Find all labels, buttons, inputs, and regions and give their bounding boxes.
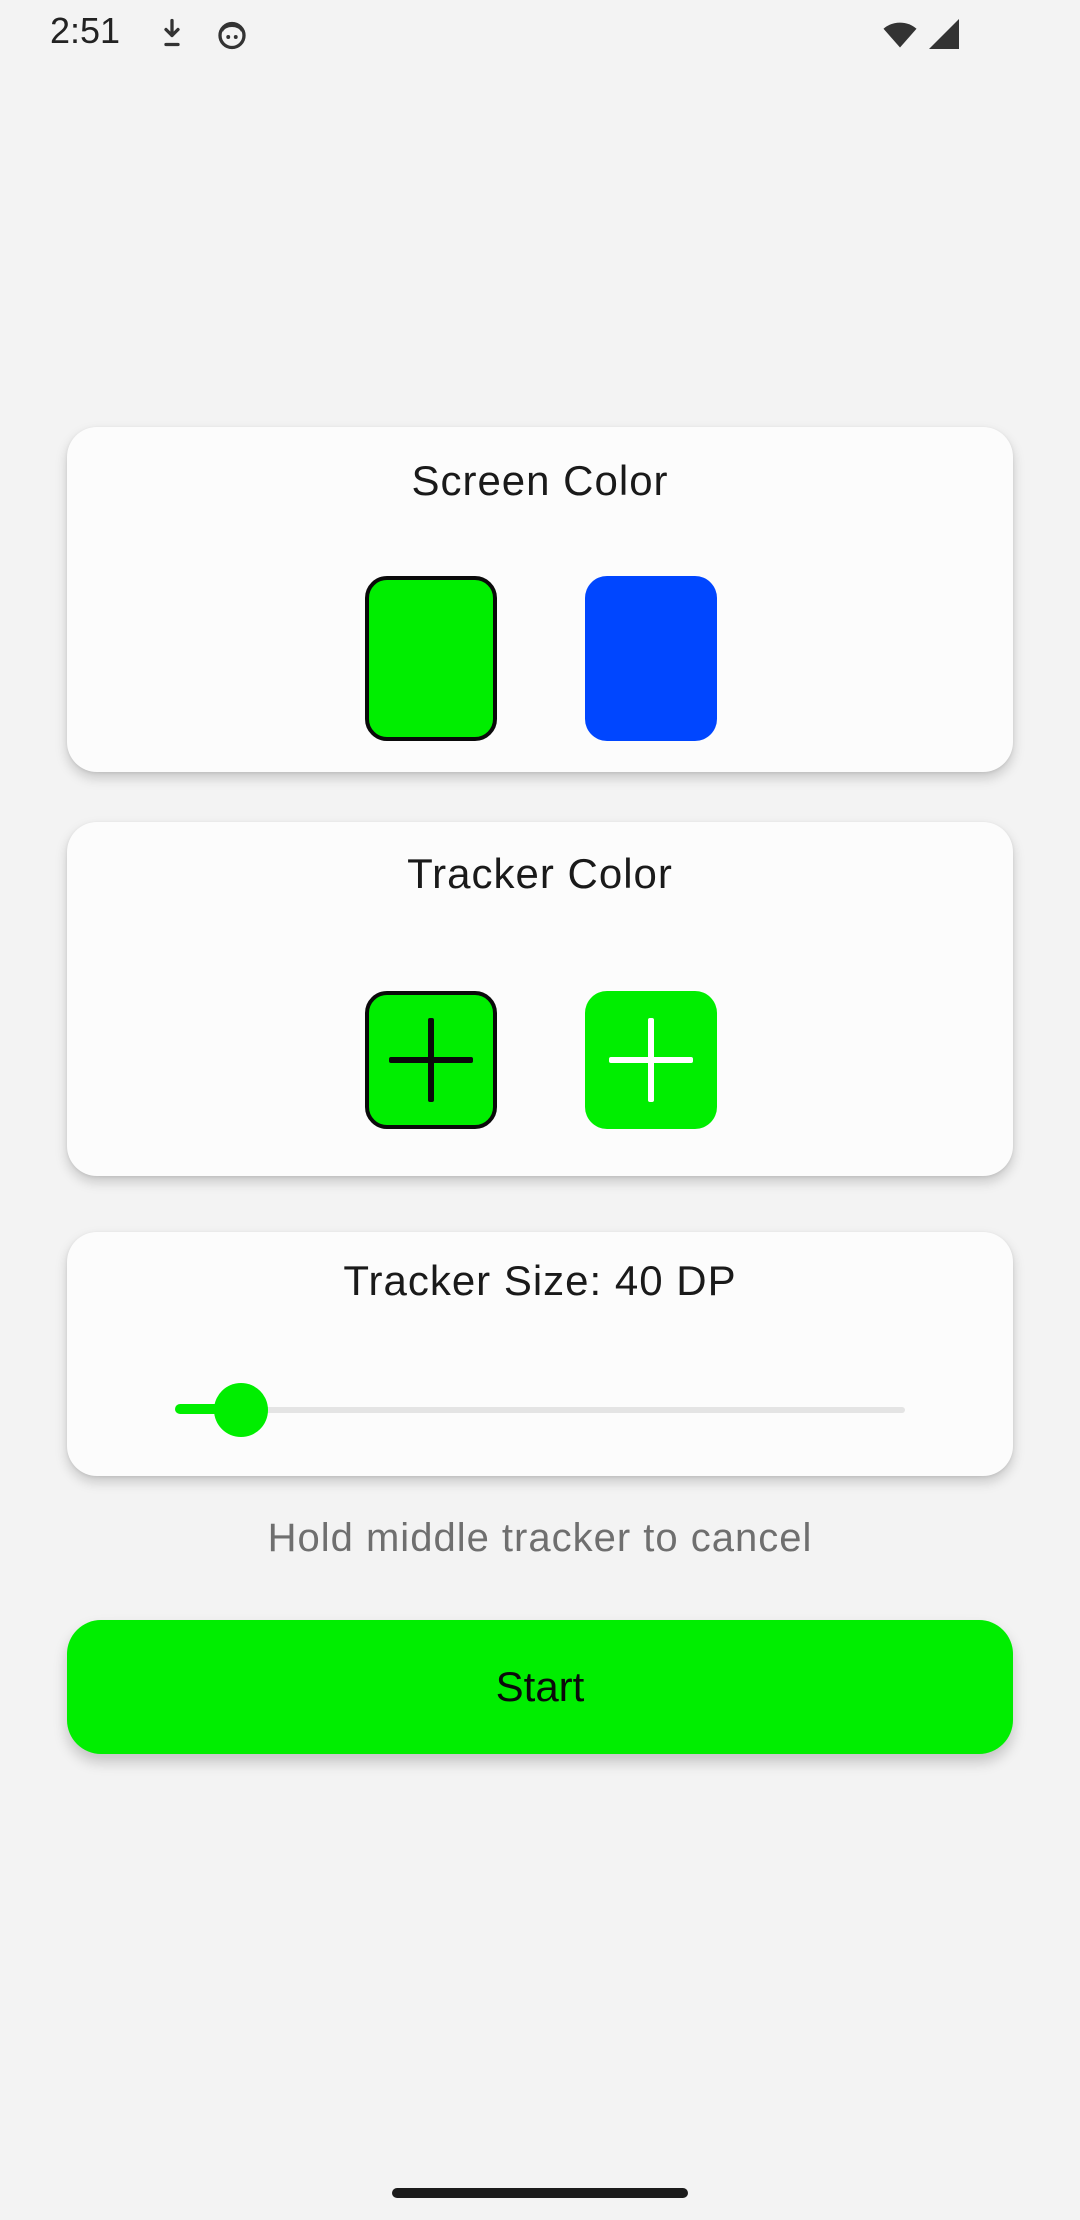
status-bar: 2:51 — [0, 0, 1080, 68]
tracker-color-swatch-black-plus[interactable] — [365, 991, 497, 1129]
tracker-color-card: Tracker Color — [67, 822, 1013, 1176]
screen-color-swatch-blue[interactable] — [585, 576, 717, 741]
download-icon — [164, 18, 180, 47]
tracker-color-swatch-white-plus[interactable] — [585, 991, 717, 1129]
tracker-color-title: Tracker Color — [407, 850, 673, 897]
tracker-size-card: Tracker Size: 40 DP — [67, 1232, 1013, 1476]
start-button[interactable]: Start — [67, 1620, 1013, 1754]
status-time: 2:51 — [50, 10, 121, 51]
home-indicator[interactable] — [392, 2188, 688, 2198]
tracker-size-slider-thumb[interactable] — [213, 1383, 268, 1437]
wifi-icon — [883, 22, 917, 48]
screen-color-swatch-green[interactable] — [365, 576, 497, 741]
screen-color-card: Screen Color — [67, 427, 1013, 772]
screen-color-title: Screen Color — [411, 457, 669, 504]
cellular-signal-icon — [929, 19, 959, 49]
tracker-size-label: Tracker Size: 40 DP — [343, 1257, 737, 1304]
face-icon — [218, 21, 246, 50]
cancel-hint-text: Hold middle tracker to cancel — [267, 1516, 813, 1560]
tracker-size-slider-track[interactable] — [175, 1407, 905, 1413]
plus-icon — [389, 1057, 473, 1063]
plus-icon — [609, 1057, 693, 1063]
